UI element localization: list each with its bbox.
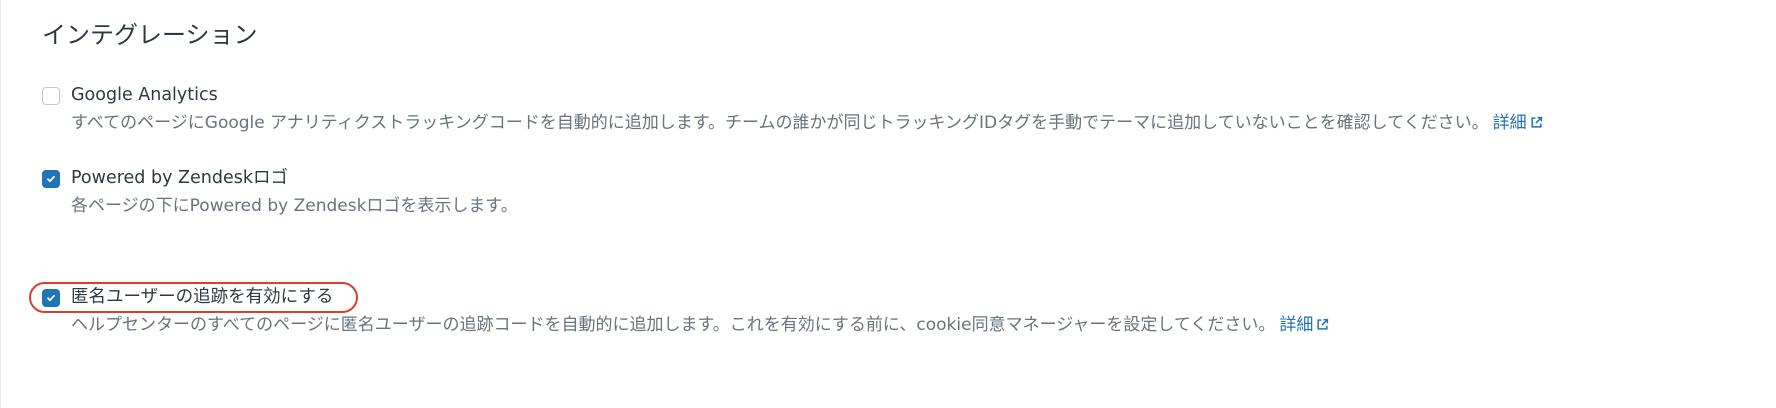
option-row: 匿名ユーザーの追跡を有効にする bbox=[42, 284, 1329, 310]
description-text: 各ページの下にPowered by Zendeskロゴを表示します。 bbox=[71, 196, 518, 216]
google-analytics-label[interactable]: Google Analytics bbox=[71, 82, 218, 108]
external-link-icon bbox=[1531, 116, 1542, 128]
checkmark-icon bbox=[47, 294, 55, 302]
anonymous-tracking-checkbox[interactable] bbox=[42, 289, 60, 307]
detail-link-label: 詳細 bbox=[1492, 113, 1527, 133]
description-text: すべてのページにGoogle アナリティクストラッキングコードを自動的に追加しま… bbox=[71, 113, 1489, 133]
option-row: Google Analytics bbox=[42, 82, 1543, 108]
section-title: インテグレーション bbox=[42, 21, 258, 49]
integration-anonymous-tracking: 匿名ユーザーの追跡を有効にする ヘルプセンターのすべてのページに匿名ユーザーの追… bbox=[42, 284, 1329, 338]
powered-by-zendesk-label[interactable]: Powered by Zendeskロゴ bbox=[71, 165, 288, 191]
panel-left-border bbox=[0, 0, 1, 408]
anonymous-tracking-description: ヘルプセンターのすべてのページに匿名ユーザーの追跡コードを自動的に追加します。こ… bbox=[71, 312, 1329, 338]
detail-link-label: 詳細 bbox=[1279, 315, 1314, 335]
description-text: ヘルプセンターのすべてのページに匿名ユーザーの追跡コードを自動的に追加します。こ… bbox=[71, 315, 1276, 335]
checkmark-icon bbox=[47, 175, 55, 183]
google-analytics-checkbox[interactable] bbox=[42, 87, 60, 105]
integration-google-analytics: Google Analytics すべてのページにGoogle アナリティクスト… bbox=[42, 82, 1543, 136]
option-row: Powered by Zendeskロゴ bbox=[42, 165, 518, 191]
anonymous-tracking-detail-link[interactable]: 詳細 bbox=[1279, 315, 1329, 335]
google-analytics-detail-link[interactable]: 詳細 bbox=[1493, 113, 1543, 133]
external-link-icon bbox=[1317, 318, 1329, 330]
anonymous-tracking-label[interactable]: 匿名ユーザーの追跡を有効にする bbox=[71, 284, 333, 310]
integration-powered-by-zendesk: Powered by Zendeskロゴ 各ページの下にPowered by Z… bbox=[42, 165, 518, 219]
powered-by-zendesk-description: 各ページの下にPowered by Zendeskロゴを表示します。 bbox=[71, 193, 518, 219]
google-analytics-description: すべてのページにGoogle アナリティクストラッキングコードを自動的に追加しま… bbox=[71, 110, 1543, 136]
powered-by-zendesk-checkbox[interactable] bbox=[42, 170, 60, 188]
